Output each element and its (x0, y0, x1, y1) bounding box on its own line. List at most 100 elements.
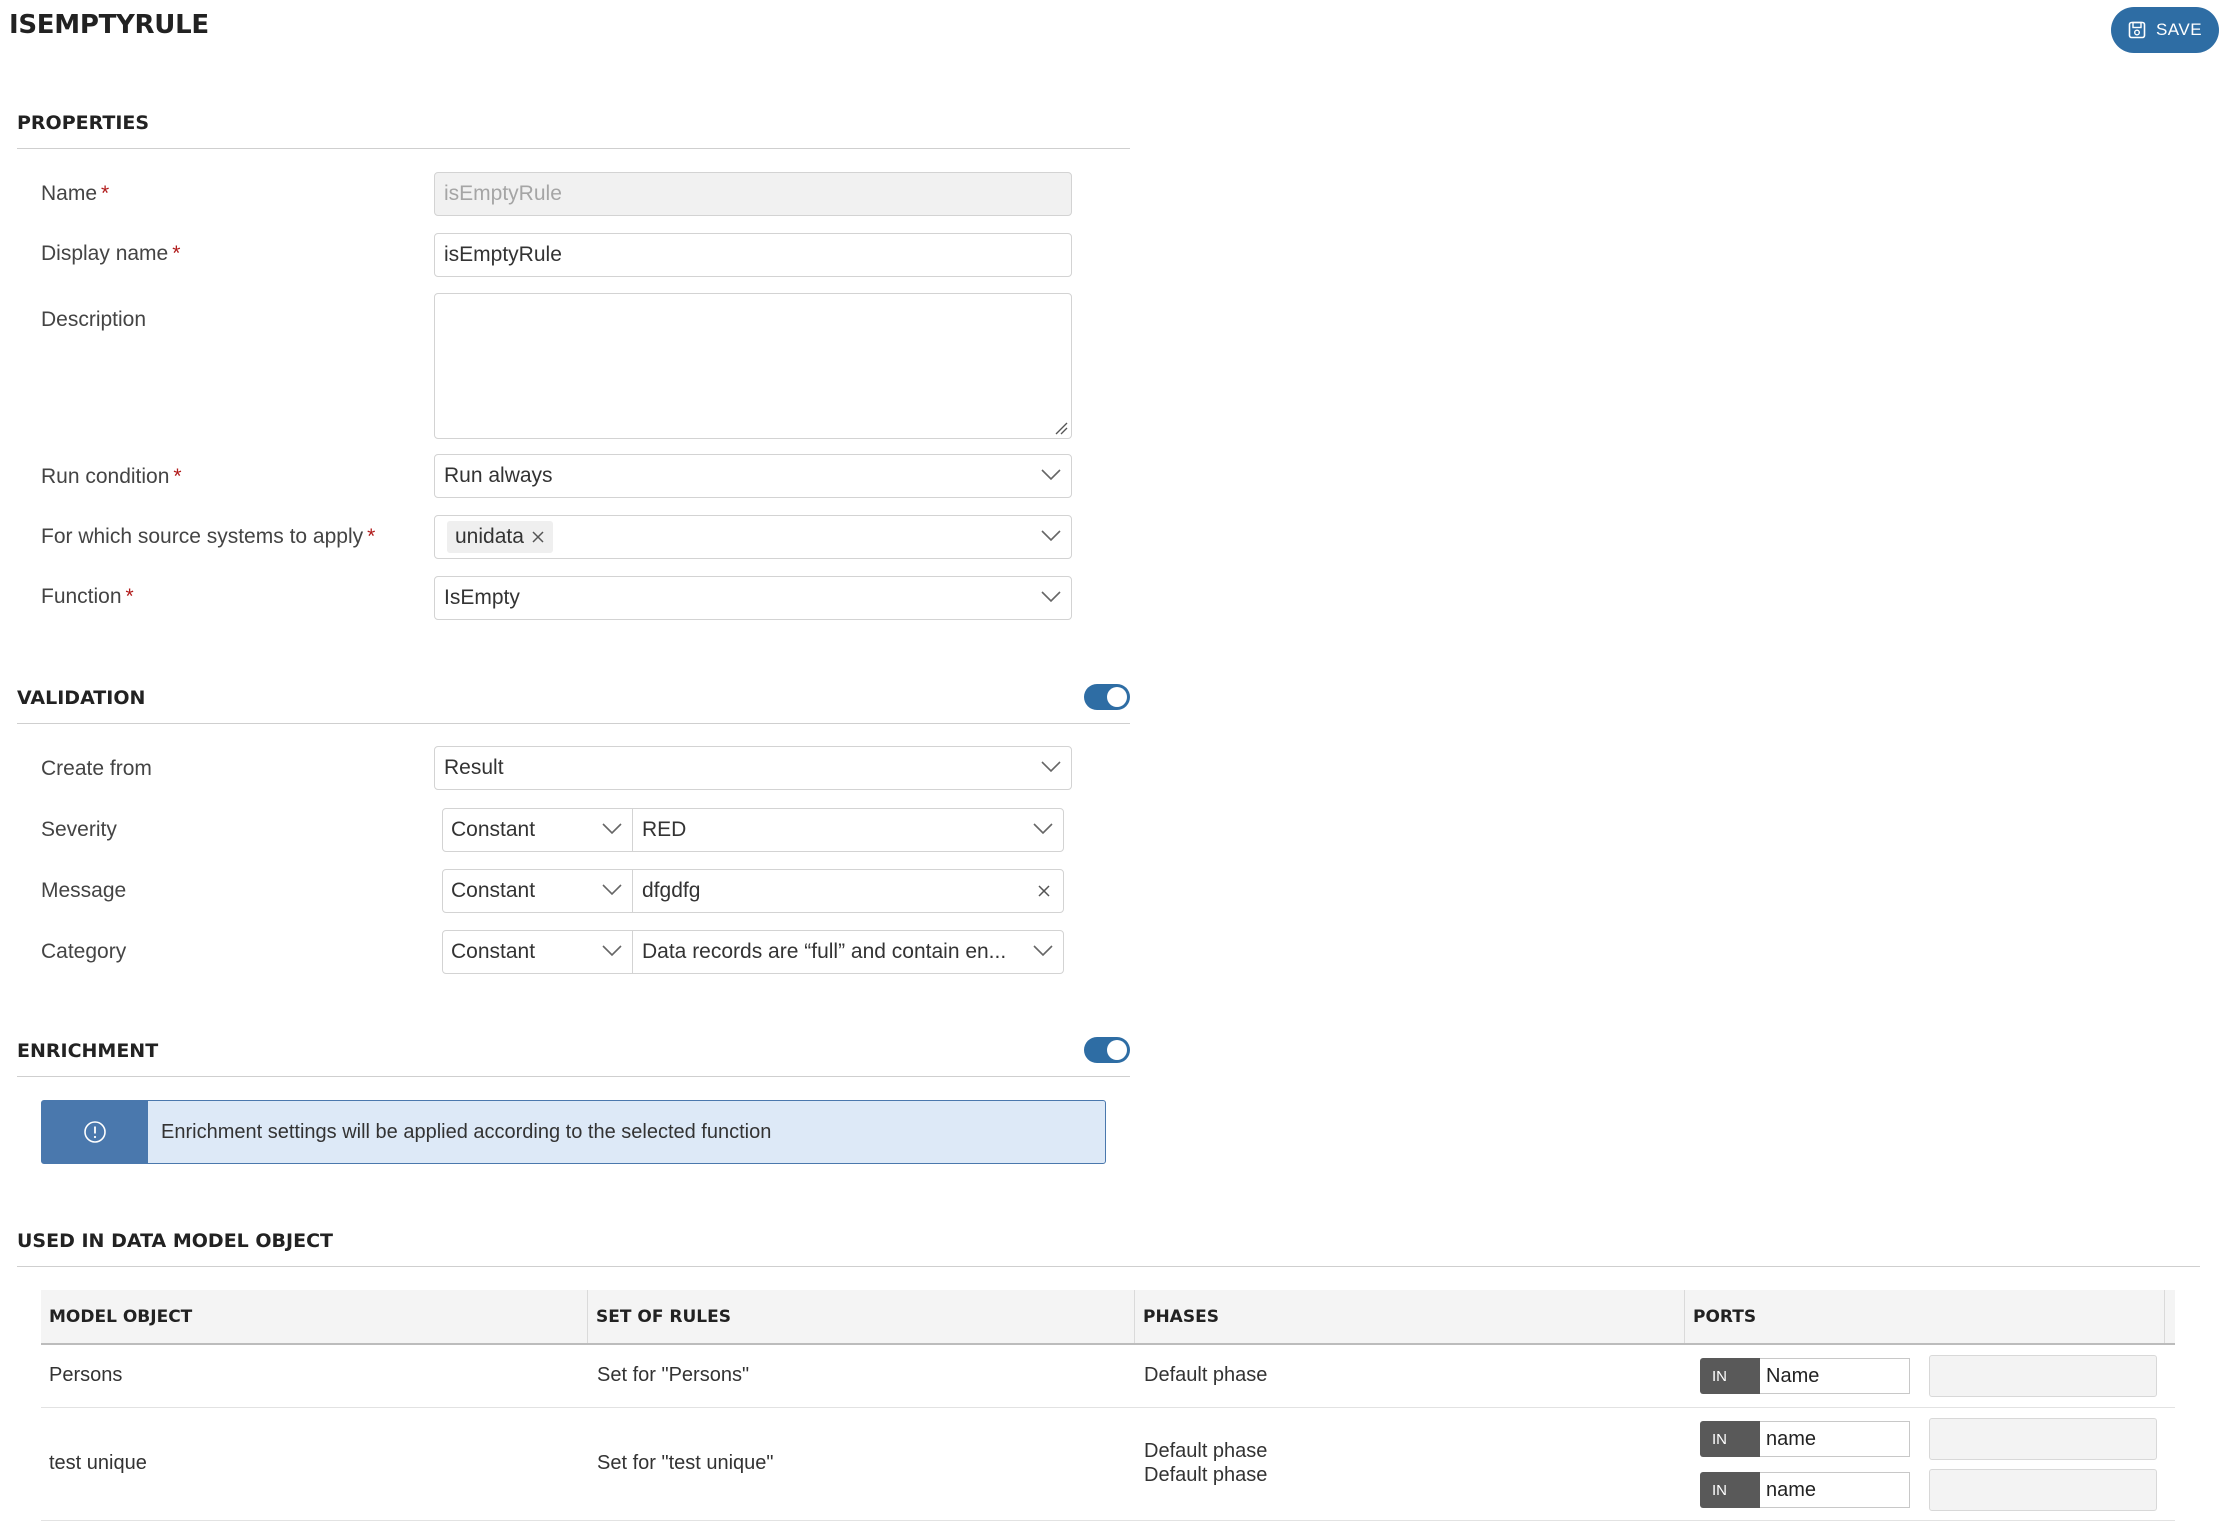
port-mapping-input[interactable] (1929, 1469, 2157, 1511)
save-icon (2128, 21, 2146, 39)
used-in-title: USED IN DATA MODEL OBJECT (17, 1230, 333, 1252)
port-mapping-input[interactable] (1929, 1355, 2157, 1397)
column-header-ports[interactable]: PORTS (1685, 1290, 2165, 1343)
used-in-section-header: USED IN DATA MODEL OBJECT (17, 1218, 2200, 1267)
phase-cell: Default phase (1144, 1364, 1268, 1386)
properties-title: PROPERTIES (17, 112, 150, 134)
category-value-select[interactable]: Data records are “full” and contain en..… (633, 931, 1063, 973)
message-input[interactable]: dfgdfg (633, 870, 1063, 912)
port-value-input[interactable]: name (1760, 1472, 1910, 1508)
function-label: Function * (41, 585, 134, 609)
name-label-text: Name (41, 182, 98, 205)
enrichment-info-text: Enrichment settings will be applied acco… (161, 1120, 772, 1143)
validation-title: VALIDATION (17, 687, 146, 709)
save-button-label: SAVE (2155, 20, 2203, 39)
required-mark: * (172, 242, 181, 265)
severity-type-select[interactable]: Constant (443, 809, 633, 851)
severity-value-select[interactable]: RED (633, 809, 1063, 851)
name-field: isEmptyRule (434, 172, 1072, 216)
enrichment-info-banner: Enrichment settings will be applied acco… (41, 1100, 1106, 1164)
function-label-text: Function (41, 585, 122, 608)
severity-field: Constant RED (442, 808, 1064, 852)
function-select[interactable]: IsEmpty (434, 576, 1072, 620)
port-value-input[interactable]: Name (1760, 1358, 1910, 1394)
port-direction: IN (1700, 1472, 1760, 1508)
chevron-down-icon (602, 945, 622, 957)
severity-label: Severity (41, 818, 117, 842)
severity-label-text: Severity (41, 818, 117, 841)
message-field: Constant dfgdfg (442, 869, 1064, 913)
message-value: dfgdfg (642, 879, 701, 902)
chevron-down-icon (1033, 823, 1053, 835)
port-field: IN name (1700, 1472, 1910, 1508)
source-system-chip-label: unidata (455, 525, 524, 548)
properties-section-header: PROPERTIES (17, 100, 1130, 149)
set-of-rules-cell: Set for "Persons" (597, 1364, 750, 1386)
port-direction: IN (1700, 1421, 1760, 1457)
chevron-down-icon (602, 884, 622, 896)
required-mark: * (101, 182, 110, 205)
port-mapping-input[interactable] (1929, 1418, 2157, 1460)
model-object-cell: test unique (49, 1452, 147, 1474)
create-from-value: Result (444, 756, 504, 779)
run-condition-label: Run condition * (41, 465, 182, 489)
phase-cell: Default phase (1144, 1464, 1268, 1486)
create-from-label-text: Create from (41, 757, 152, 780)
severity-type-value: Constant (451, 818, 536, 841)
table-row[interactable]: test unique Set for "test unique" Defaul… (41, 1408, 2175, 1521)
required-mark: * (367, 525, 376, 548)
page-title: ISEMPTYRULE (9, 10, 209, 40)
port-direction: IN (1700, 1358, 1760, 1394)
message-label: Message (41, 879, 126, 903)
create-from-select[interactable]: Result (434, 746, 1072, 790)
source-systems-multiselect[interactable]: unidata (434, 515, 1072, 559)
resize-handle-icon[interactable] (1054, 421, 1068, 435)
column-header-set-of-rules[interactable]: SET OF RULES (588, 1290, 1135, 1343)
toggle-knob (1107, 687, 1127, 707)
display-name-label: Display name * (41, 242, 180, 266)
message-type-select[interactable]: Constant (443, 870, 633, 912)
chevron-down-icon (1041, 591, 1061, 603)
description-textarea[interactable] (434, 293, 1072, 439)
message-label-text: Message (41, 879, 127, 902)
set-of-rules-cell: Set for "test unique" (597, 1452, 774, 1474)
column-header-model-object[interactable]: MODEL OBJECT (41, 1290, 588, 1343)
validation-toggle[interactable] (1084, 684, 1130, 710)
source-system-chip: unidata (447, 521, 553, 553)
create-from-label: Create from (41, 757, 152, 781)
model-object-cell: Persons (49, 1364, 123, 1386)
category-type-select[interactable]: Constant (443, 931, 633, 973)
run-condition-select[interactable]: Run always (434, 454, 1072, 498)
table-row[interactable]: Persons Set for "Persons" Default phase … (41, 1345, 2175, 1408)
column-header-phases[interactable]: PHASES (1135, 1290, 1685, 1343)
save-button[interactable]: SAVE (2111, 7, 2219, 53)
display-name-field[interactable]: isEmptyRule (434, 233, 1072, 277)
category-value: Data records are “full” and contain en..… (642, 940, 1007, 963)
category-label: Category (41, 940, 126, 964)
source-systems-label: For which source systems to apply * (41, 525, 375, 549)
chevron-down-icon (602, 823, 622, 835)
enrichment-title: ENRICHMENT (17, 1040, 159, 1062)
description-label-text: Description (41, 308, 147, 331)
enrichment-toggle[interactable] (1084, 1037, 1130, 1063)
phase-cell: Default phase (1144, 1440, 1268, 1462)
used-in-table: MODEL OBJECT SET OF RULES PHASES PORTS P… (41, 1290, 2175, 1521)
table-header: MODEL OBJECT SET OF RULES PHASES PORTS (41, 1290, 2175, 1345)
chevron-down-icon (1041, 530, 1061, 542)
category-field: Constant Data records are “full” and con… (442, 930, 1064, 974)
close-icon[interactable] (1037, 884, 1051, 898)
function-value: IsEmpty (444, 586, 520, 609)
chevron-down-icon (1033, 945, 1053, 957)
chevron-down-icon (1041, 761, 1061, 773)
close-icon[interactable] (531, 530, 545, 544)
info-icon (84, 1121, 106, 1143)
run-condition-label-text: Run condition (41, 465, 170, 488)
severity-value: RED (642, 818, 687, 841)
required-mark: * (173, 465, 182, 488)
required-mark: * (125, 585, 134, 608)
info-icon-panel (42, 1101, 148, 1163)
port-value-input[interactable]: name (1760, 1421, 1910, 1457)
validation-section-header: VALIDATION (17, 675, 1130, 724)
category-label-text: Category (41, 940, 127, 963)
message-type-value: Constant (451, 879, 536, 902)
